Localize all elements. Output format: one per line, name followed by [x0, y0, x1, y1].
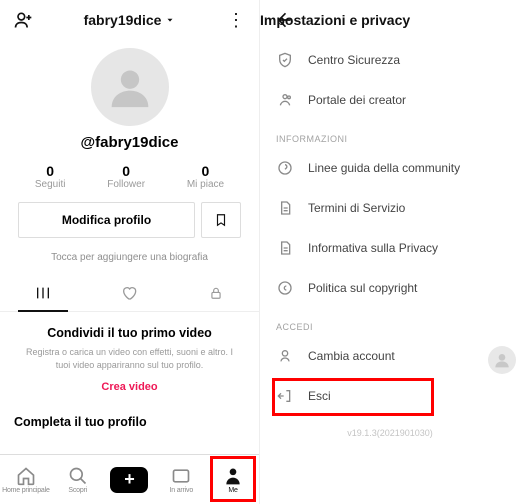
create-video-link[interactable]: Crea video — [20, 381, 239, 393]
guidelines-icon — [276, 159, 294, 177]
edit-profile-button[interactable]: Modifica profilo — [18, 202, 195, 238]
add-friend-icon[interactable] — [10, 7, 36, 33]
document-icon — [276, 239, 294, 257]
search-icon — [68, 466, 88, 486]
lock-icon — [209, 286, 223, 300]
document-icon — [276, 199, 294, 217]
back-icon[interactable] — [270, 7, 296, 33]
feed-icon — [35, 285, 51, 301]
section-accedi: ACCEDI — [260, 308, 520, 336]
nav-discover[interactable]: Scopri — [54, 466, 102, 494]
stat-likes[interactable]: 0 Mi piace — [187, 163, 224, 190]
stat-followers[interactable]: 0 Follower — [107, 163, 145, 190]
tab-private[interactable] — [173, 275, 259, 311]
chevron-down-icon — [165, 15, 175, 25]
promo-subtitle: Registra o carica un video con effetti, … — [20, 346, 239, 371]
row-creator-portal[interactable]: Portale dei creator — [260, 80, 520, 120]
row-community-guidelines[interactable]: Linee guida della community — [260, 148, 520, 188]
stat-following[interactable]: 0 Seguiti — [35, 163, 66, 190]
profile-title: fabry19dice — [84, 12, 162, 28]
more-menu-icon[interactable]: ⋮ — [223, 7, 249, 33]
bio-hint[interactable]: Tocca per aggiungere una biografia — [0, 252, 259, 275]
heart-icon — [121, 285, 137, 301]
row-privacy-policy[interactable]: Informativa sulla Privacy — [260, 228, 520, 268]
nav-home[interactable]: Home principale — [2, 466, 50, 494]
bottom-nav: Home principale Scopri + In arrivo Me — [0, 454, 259, 504]
promo-title: Condividi il tuo primo video — [20, 326, 239, 340]
row-logout[interactable]: Esci — [260, 376, 520, 416]
floating-avatar-icon — [488, 346, 516, 374]
plus-icon: + — [110, 467, 148, 493]
username-handle: @fabry19dice — [0, 134, 259, 151]
nav-me[interactable]: Me — [209, 466, 257, 494]
person-icon — [223, 466, 243, 486]
row-terms-of-service[interactable]: Termini di Servizio — [260, 188, 520, 228]
version-label: v19.1.3(2021901030) — [260, 416, 520, 450]
avatar[interactable] — [91, 48, 169, 126]
nav-inbox[interactable]: In arrivo — [157, 466, 205, 494]
copyright-icon — [276, 279, 294, 297]
row-security-center[interactable]: Centro Sicurezza — [260, 40, 520, 80]
row-switch-account[interactable]: Cambia account — [260, 336, 520, 376]
settings-title: Impostazioni e privacy — [260, 12, 520, 28]
inbox-icon — [171, 466, 191, 486]
switch-account-icon — [276, 347, 294, 365]
tab-liked[interactable] — [86, 275, 172, 311]
shield-check-icon — [276, 51, 294, 69]
section-info: INFORMAZIONI — [260, 120, 520, 148]
profile-title-dropdown[interactable]: fabry19dice — [84, 12, 176, 28]
creator-icon — [276, 91, 294, 109]
complete-profile-heading: Completa il tuo profilo — [0, 403, 259, 435]
tab-feed[interactable] — [0, 275, 86, 311]
nav-create[interactable]: + — [105, 467, 153, 493]
bookmarks-button[interactable] — [201, 202, 241, 238]
row-copyright-policy[interactable]: Politica sul copyright — [260, 268, 520, 308]
home-icon — [16, 466, 36, 486]
logout-icon — [276, 387, 294, 405]
